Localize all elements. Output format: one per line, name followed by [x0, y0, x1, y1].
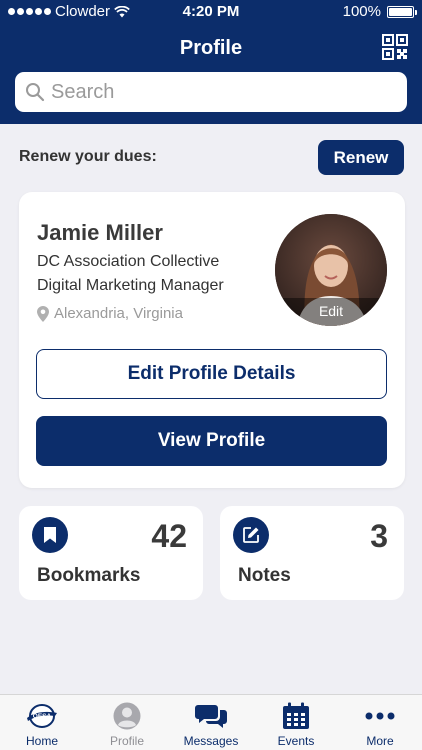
edit-profile-details-button[interactable]: Edit Profile Details — [36, 349, 387, 399]
profile-organization: DC Association Collective — [37, 253, 220, 270]
tab-home[interactable]: OESA Home — [0, 695, 84, 750]
tab-profile[interactable]: Profile — [85, 695, 169, 750]
edit-note-icon — [233, 517, 269, 553]
battery-status: 100% — [342, 3, 417, 20]
page-title: Profile — [179, 37, 243, 59]
notes-count: 3 — [370, 518, 388, 554]
bottom-tab-bar: OESA Home Profile Messages Events More — [0, 694, 422, 750]
bookmark-icon — [32, 517, 68, 553]
tab-events[interactable]: Events — [254, 695, 338, 750]
profile-card: Jamie Miller DC Association Collective D… — [19, 192, 405, 488]
profile-job-title: Digital Marketing Manager — [37, 277, 224, 294]
bookmarks-card[interactable]: 42 Bookmarks — [19, 506, 203, 600]
chat-bubbles-icon — [195, 705, 227, 728]
notes-label: Notes — [238, 565, 291, 586]
profile-location: Alexandria, Virginia — [37, 305, 183, 322]
tab-more[interactable]: More — [338, 695, 422, 750]
location-pin-icon — [37, 305, 49, 322]
person-icon — [113, 702, 141, 730]
tab-profile-label: Profile — [109, 734, 144, 748]
bookmarks-count: 42 — [151, 518, 187, 554]
avatar-edit-label[interactable]: Edit — [275, 298, 387, 326]
battery-icon — [387, 5, 417, 18]
more-dots-icon — [365, 712, 395, 720]
calendar-icon — [283, 702, 309, 729]
bookmarks-label: Bookmarks — [37, 565, 141, 586]
search-icon — [26, 83, 45, 102]
status-bar: Clowder 4:20 PM 100% — [0, 0, 422, 24]
location-text: Alexandria, Virginia — [54, 305, 183, 322]
tab-events-label: Events — [277, 734, 315, 748]
avatar[interactable]: Edit — [275, 214, 387, 326]
header-bar: Clowder 4:20 PM 100% Profile — [0, 0, 422, 124]
svg-text:OESA: OESA — [33, 713, 52, 720]
renew-button[interactable]: Renew — [318, 140, 404, 175]
profile-name: Jamie Miller — [37, 220, 163, 245]
notes-card[interactable]: 3 Notes — [220, 506, 404, 600]
renew-dues-label: Renew your dues: — [19, 148, 157, 165]
search-bar[interactable] — [15, 72, 407, 112]
oesa-logo-icon: OESA — [27, 704, 57, 728]
search-input[interactable] — [51, 80, 391, 104]
view-profile-button[interactable]: View Profile — [36, 416, 387, 466]
tab-home-label: Home — [25, 734, 58, 748]
battery-percent: 100% — [342, 3, 381, 20]
tab-more-label: More — [366, 734, 394, 748]
tab-messages-label: Messages — [183, 734, 239, 748]
tab-messages[interactable]: Messages — [169, 695, 253, 750]
qr-code-icon[interactable] — [382, 34, 408, 60]
